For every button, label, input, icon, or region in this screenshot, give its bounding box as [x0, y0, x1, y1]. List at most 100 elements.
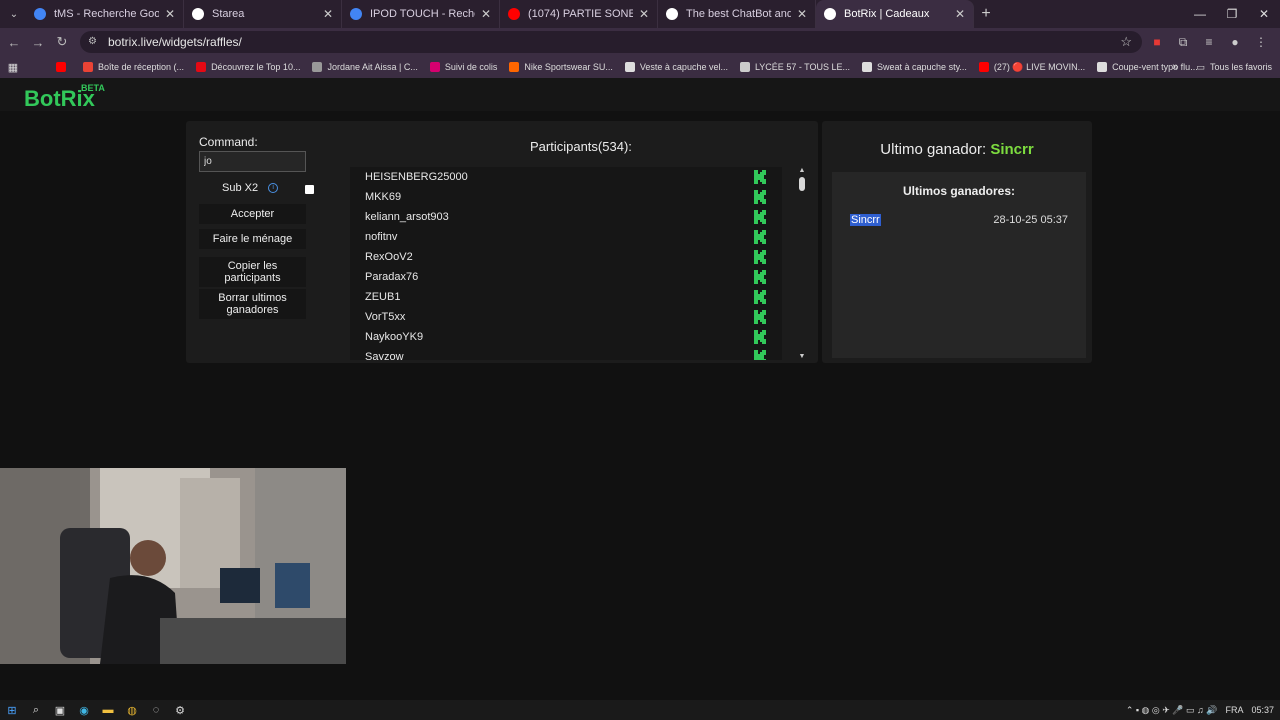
tab-close-icon[interactable]: ✕: [481, 7, 491, 21]
tab-title: BotRix | Cadeaux: [844, 8, 930, 20]
tab-favicon-icon: [824, 8, 836, 20]
tab-title: Starea: [212, 8, 245, 20]
bookmark-item[interactable]: Sweat à capuche sty...: [862, 62, 967, 73]
bookmark-star-icon[interactable]: ☆: [1120, 34, 1132, 50]
participant-name: HEISENBERG25000: [365, 171, 468, 183]
kick-platform-icon: [754, 250, 766, 264]
participant-name: MKK69: [365, 191, 402, 203]
clean-button[interactable]: Faire le ménage: [199, 229, 306, 249]
botrix-logo[interactable]: BotRix BETA: [24, 83, 105, 112]
tab-close-icon[interactable]: ✕: [323, 7, 333, 21]
tab-close-icon[interactable]: ✕: [165, 7, 175, 21]
tab-favicon-icon: [508, 8, 520, 20]
browser-tab[interactable]: IPOD TOUCH - Recherche Goo ✕: [342, 0, 500, 28]
participant-row[interactable]: HEISENBERG25000: [350, 167, 782, 187]
tab-close-icon[interactable]: ✕: [639, 7, 649, 21]
winner-entry-name[interactable]: Sincrr: [850, 214, 881, 226]
browser-tab[interactable]: Starea ✕: [184, 0, 342, 28]
search-icon[interactable]: ⌕: [24, 704, 48, 717]
bookmark-item[interactable]: Suivi de colis: [429, 62, 497, 73]
edge-icon[interactable]: ◉: [72, 704, 96, 717]
browser-tab[interactable]: BotRix | Cadeaux ✕: [816, 0, 974, 28]
participant-row[interactable]: MKK69: [350, 187, 782, 207]
file-explorer-icon[interactable]: ▣: [48, 704, 72, 717]
winner-entry-date: 28-10-25 05:37: [993, 214, 1068, 226]
participant-name: RexOoV2: [365, 251, 413, 263]
bookmark-item[interactable]: Boîte de réception (...: [83, 62, 184, 73]
back-icon[interactable]: ←: [2, 35, 26, 50]
command-input[interactable]: [199, 151, 306, 172]
minimize-icon[interactable]: —: [1184, 0, 1216, 28]
clock[interactable]: 05:37: [1251, 705, 1274, 715]
scroll-up-icon[interactable]: ▲: [798, 167, 806, 174]
kick-platform-icon: [754, 170, 766, 184]
bookmark-item[interactable]: LYCÉE 57 - TOUS LE...: [739, 62, 850, 73]
apps-grid-icon[interactable]: ▦: [0, 61, 26, 74]
start-icon[interactable]: ⊞: [0, 704, 24, 717]
scroll-thumb[interactable]: [799, 177, 805, 191]
sub-multiplier-row: Sub X2 i: [222, 182, 279, 194]
participant-row[interactable]: keliann_arsot903: [350, 207, 782, 227]
bookmark-item[interactable]: Jordane Ait Aissa | C...: [312, 62, 418, 73]
bookmark-item[interactable]: (27) 🔴 LIVE MOVIN...: [978, 61, 1086, 73]
tab-favicon-icon: [350, 8, 362, 20]
tab-close-icon[interactable]: ✕: [955, 7, 965, 21]
scroll-down-icon[interactable]: ▼: [798, 353, 806, 360]
clear-winners-button[interactable]: Borrar ultimos ganadores: [199, 289, 306, 319]
new-tab-button[interactable]: +: [974, 5, 998, 23]
participant-name: VorT5xx: [365, 311, 406, 323]
bookmark-favicon-icon: [429, 62, 440, 72]
browser-tab-strip: ⌄ tMS - Recherche Google✕Starea✕IPOD TOU…: [0, 0, 1280, 28]
bookmark-label: Découvrez le Top 10...: [211, 62, 301, 72]
folder-taskbar-icon[interactable]: ▬: [96, 704, 120, 716]
settings-icon[interactable]: ⚙: [168, 704, 192, 717]
browser-tab[interactable]: tMS - Recherche Google ✕: [26, 0, 184, 28]
info-icon[interactable]: i: [268, 183, 279, 193]
participant-row[interactable]: NaykooYK9: [350, 327, 782, 347]
tray-apps-icon[interactable]: ⌃ ▪ ◍ ◎ ✈ 🎤 ▭ ♫ 🔊: [1126, 705, 1218, 716]
bookmark-label: Jordane Ait Aissa | C...: [327, 62, 418, 72]
participant-row[interactable]: RexOoV2: [350, 247, 782, 267]
chrome-icon[interactable]: ◍: [120, 704, 144, 717]
participant-row[interactable]: VorT5xx: [350, 307, 782, 327]
restore-icon[interactable]: ❐: [1216, 0, 1248, 28]
site-info-icon[interactable]: ⚙: [88, 36, 100, 48]
language-indicator[interactable]: FRA: [1225, 705, 1243, 715]
extensions-puzzle-icon[interactable]: ⧉: [1170, 35, 1196, 50]
tab-close-icon[interactable]: ✕: [797, 7, 807, 21]
participant-row[interactable]: nofitnv: [350, 227, 782, 247]
accept-button[interactable]: Accepter: [199, 204, 306, 224]
participant-row[interactable]: Paradax76: [350, 267, 782, 287]
participant-row[interactable]: ZEUB1: [350, 287, 782, 307]
bookmark-item[interactable]: [56, 62, 71, 73]
browser-tab[interactable]: The best ChatBot and Widgets ✕: [658, 0, 816, 28]
all-bookmarks-link[interactable]: Tous les favoris: [1210, 62, 1272, 72]
tab-title: tMS - Recherche Google: [54, 8, 159, 20]
bookmark-item[interactable]: Nike Sportswear SU...: [509, 62, 613, 73]
copy-participants-button[interactable]: Copier les participants: [199, 257, 306, 287]
obs-icon[interactable]: ◌: [144, 704, 168, 716]
browser-tab[interactable]: (1074) PARTIE SONETTE DANS ✕: [500, 0, 658, 28]
participants-scrollbar[interactable]: ▲ ▼: [798, 167, 806, 360]
kick-platform-icon: [754, 270, 766, 284]
bookmark-favicon-icon: [509, 62, 520, 72]
more-bookmarks-icon[interactable]: »: [1172, 61, 1178, 73]
participant-row[interactable]: Sayzow: [350, 347, 782, 360]
bookmark-item[interactable]: Découvrez le Top 10...: [196, 62, 300, 73]
bookmark-label: Boîte de réception (...: [98, 62, 185, 72]
participants-list[interactable]: HEISENBERG25000 MKK69 keliann_arsot903 nofi…: [350, 167, 782, 360]
bookmark-item[interactable]: Veste à capuche vel...: [624, 62, 728, 73]
kick-platform-icon: [754, 190, 766, 204]
profile-avatar[interactable]: ●: [1222, 35, 1248, 49]
forward-icon[interactable]: →: [26, 35, 50, 50]
address-bar[interactable]: ⚙ botrix.live/widgets/raffles/ ☆: [80, 31, 1142, 53]
tab-search-icon[interactable]: ⌄: [2, 4, 26, 24]
reload-icon[interactable]: ↻: [50, 34, 74, 50]
sub-x2-checkbox[interactable]: [305, 185, 314, 194]
kick-platform-icon: [754, 350, 766, 360]
close-window-icon[interactable]: ✕: [1248, 0, 1280, 28]
browser-menu-icon[interactable]: ⋮: [1248, 35, 1274, 49]
bookmark-label: (27) 🔴 LIVE MOVIN...: [993, 61, 1086, 72]
extension-icon[interactable]: ■: [1144, 35, 1170, 49]
media-control-icon[interactable]: ≡: [1196, 35, 1222, 49]
